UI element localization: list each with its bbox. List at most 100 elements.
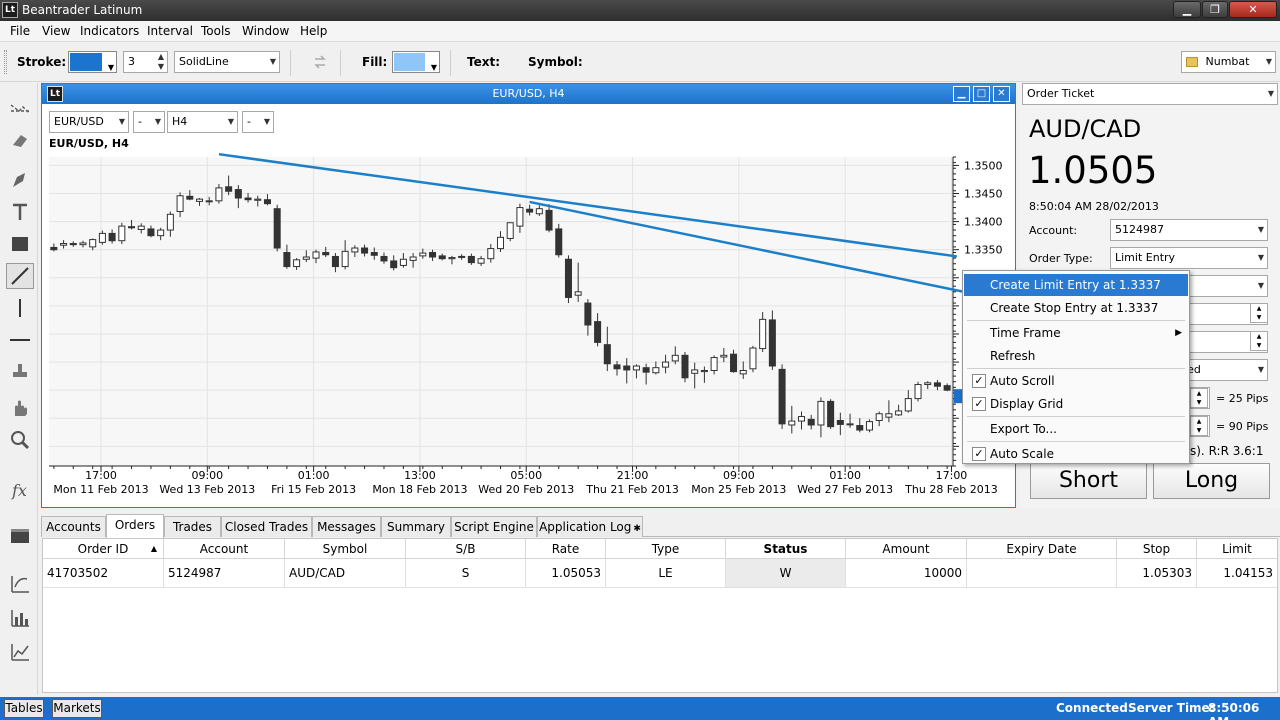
x-tick-date: Mon 25 Feb 2013 bbox=[691, 483, 786, 496]
chart-minimize-button[interactable]: ▁ bbox=[953, 86, 970, 102]
crosshair-tool-icon[interactable] bbox=[6, 95, 34, 121]
symbol-label: Symbol: bbox=[528, 55, 583, 69]
vertical-line-tool-icon[interactable] bbox=[6, 295, 34, 321]
tab-script-engine[interactable]: Script Engine bbox=[451, 516, 537, 537]
pen-tool-icon[interactable] bbox=[6, 167, 34, 193]
tables-button[interactable]: Tables bbox=[4, 699, 44, 718]
export-to-item[interactable]: Export To... bbox=[964, 418, 1188, 440]
tab-messages[interactable]: Messages bbox=[312, 516, 381, 537]
column-header-type[interactable]: Type bbox=[606, 539, 726, 559]
rectangle-tool-icon[interactable] bbox=[6, 231, 34, 257]
column-header-sb[interactable]: S/B bbox=[406, 539, 526, 559]
candle-up bbox=[875, 413, 883, 421]
markets-button[interactable]: Markets bbox=[52, 699, 102, 718]
chart-maximize-button[interactable]: □ bbox=[973, 86, 990, 102]
bar-chart-tool-icon[interactable] bbox=[6, 605, 34, 631]
x-tick-time: 17:00 bbox=[85, 469, 117, 482]
column-header-symbol[interactable]: Symbol bbox=[285, 539, 406, 559]
eraser-tool-icon[interactable] bbox=[6, 127, 34, 153]
chart-symbol-select[interactable]: EUR/USD ▼ bbox=[49, 111, 129, 133]
long-button[interactable]: Long bbox=[1153, 463, 1270, 499]
spin-arrows-icon[interactable]: ▲ ▼ bbox=[1190, 388, 1208, 408]
create-limit-entry-item[interactable]: Create Limit Entry at 1.3337 bbox=[964, 274, 1188, 296]
auto-scroll-item[interactable]: ✓ Auto Scroll bbox=[964, 370, 1188, 392]
account-select[interactable]: 5124987 ▼ bbox=[1110, 219, 1268, 241]
minimize-button[interactable]: ▁ bbox=[1173, 1, 1201, 18]
tab-application-log[interactable]: Application Log ✱ bbox=[537, 516, 643, 537]
line-style-select[interactable]: SolidLine ▼ bbox=[174, 51, 280, 73]
tab-orders[interactable]: Orders bbox=[106, 514, 164, 538]
column-header-expiry-date[interactable]: Expiry Date bbox=[967, 539, 1117, 559]
panel-tool-icon[interactable] bbox=[6, 523, 34, 549]
table-cell-status[interactable]: W bbox=[726, 559, 846, 588]
stamp-tool-icon[interactable] bbox=[6, 359, 34, 385]
line-tool-icon[interactable] bbox=[6, 263, 34, 289]
display-grid-item[interactable]: ✓ Display Grid bbox=[964, 393, 1188, 415]
tab-summary[interactable]: Summary bbox=[381, 516, 451, 537]
workspace-select[interactable]: Numbat ▼ bbox=[1181, 51, 1276, 73]
restore-button[interactable]: ❐ bbox=[1202, 1, 1228, 18]
table-cell-type[interactable]: LE bbox=[606, 559, 726, 588]
menu-interval[interactable]: Interval bbox=[147, 24, 193, 38]
auto-scale-item[interactable]: ✓ Auto Scale bbox=[964, 443, 1188, 465]
table-cell-rate[interactable]: 1.05053 bbox=[526, 559, 606, 588]
app-title: Beantrader Latinum bbox=[22, 3, 143, 17]
hand-pan-tool-icon[interactable] bbox=[6, 395, 34, 421]
close-button[interactable]: ✕ bbox=[1229, 1, 1277, 18]
table-cell-amount[interactable]: 10000 bbox=[846, 559, 967, 588]
stroke-width-spinbox[interactable]: 3 ▲ ▼ bbox=[123, 51, 168, 73]
indicator-tool-icon[interactable] bbox=[6, 571, 34, 597]
table-cell-symbol[interactable]: AUD/CAD bbox=[285, 559, 406, 588]
chart-interval-select[interactable]: H4 ▼ bbox=[167, 111, 238, 133]
table-cell-sb[interactable]: S bbox=[406, 559, 526, 588]
column-header-amount[interactable]: Amount bbox=[846, 539, 967, 559]
short-button[interactable]: Short bbox=[1030, 463, 1147, 499]
create-stop-entry-item[interactable]: Create Stop Entry at 1.3337 bbox=[964, 297, 1188, 319]
tab-closed-trades[interactable]: Closed Trades bbox=[221, 516, 312, 537]
candle-down bbox=[429, 252, 437, 258]
table-cell-account[interactable]: 5124987 bbox=[164, 559, 285, 588]
function-tool-icon[interactable]: fx bbox=[6, 477, 34, 503]
chart-select-4[interactable]: - ▼ bbox=[242, 111, 274, 133]
panel-type-select[interactable]: Order Ticket ▼ bbox=[1022, 83, 1278, 105]
refresh-item[interactable]: Refresh bbox=[964, 345, 1188, 367]
menu-view[interactable]: View bbox=[42, 24, 70, 38]
candle-down bbox=[778, 368, 786, 425]
spin-arrows-icon[interactable]: ▲ ▼ bbox=[1250, 303, 1268, 323]
table-cell-expiry-date[interactable] bbox=[967, 559, 1117, 588]
column-header-order-id[interactable]: Order ID ▲ bbox=[43, 539, 164, 559]
table-cell-stop[interactable]: 1.05303 bbox=[1117, 559, 1197, 588]
fill-color-picker[interactable]: ▼ bbox=[392, 51, 440, 73]
column-header-status[interactable]: Status bbox=[726, 539, 846, 559]
text-tool-icon[interactable] bbox=[6, 199, 34, 225]
menu-window[interactable]: Window bbox=[242, 24, 289, 38]
column-header-stop[interactable]: Stop bbox=[1117, 539, 1197, 559]
line-chart-tool-icon[interactable] bbox=[6, 639, 34, 665]
time-frame-item[interactable]: Time Frame ▶ bbox=[964, 322, 1188, 344]
menu-indicators[interactable]: Indicators bbox=[80, 24, 139, 38]
order-type-select[interactable]: Limit Entry ▼ bbox=[1110, 247, 1268, 269]
table-cell-order-id[interactable]: 41703502 bbox=[43, 559, 164, 588]
column-header-limit[interactable]: Limit bbox=[1197, 539, 1277, 559]
menu-file[interactable]: File bbox=[10, 24, 30, 38]
column-header-rate[interactable]: Rate bbox=[526, 539, 606, 559]
spin-arrows-icon[interactable]: ▲ ▼ bbox=[1190, 416, 1208, 436]
menu-help[interactable]: Help bbox=[300, 24, 327, 38]
folder-icon bbox=[1186, 57, 1198, 67]
column-header-account[interactable]: Account bbox=[164, 539, 285, 559]
menu-tools[interactable]: Tools bbox=[201, 24, 231, 38]
chart-select-2[interactable]: - ▼ bbox=[133, 111, 165, 133]
spin-arrows-icon[interactable]: ▲ ▼ bbox=[158, 52, 164, 72]
swap-arrows-icon[interactable] bbox=[311, 53, 329, 74]
table-cell-limit[interactable]: 1.04153 bbox=[1197, 559, 1277, 588]
candle-up bbox=[89, 239, 97, 248]
chart-close-button[interactable]: ✕ bbox=[993, 86, 1010, 102]
candlestick-chart[interactable]: 1.35001.34501.34001.33501.33001.32501.32… bbox=[42, 84, 1015, 507]
horizontal-line-tool-icon[interactable] bbox=[6, 327, 34, 353]
zoom-tool-icon[interactable] bbox=[6, 427, 34, 453]
stroke-color-picker[interactable]: ▼ bbox=[68, 51, 117, 73]
tab-accounts[interactable]: Accounts bbox=[41, 516, 106, 537]
candle-up bbox=[749, 347, 757, 370]
spin-arrows-icon[interactable]: ▲ ▼ bbox=[1250, 331, 1268, 351]
tab-trades[interactable]: Trades bbox=[164, 516, 221, 537]
